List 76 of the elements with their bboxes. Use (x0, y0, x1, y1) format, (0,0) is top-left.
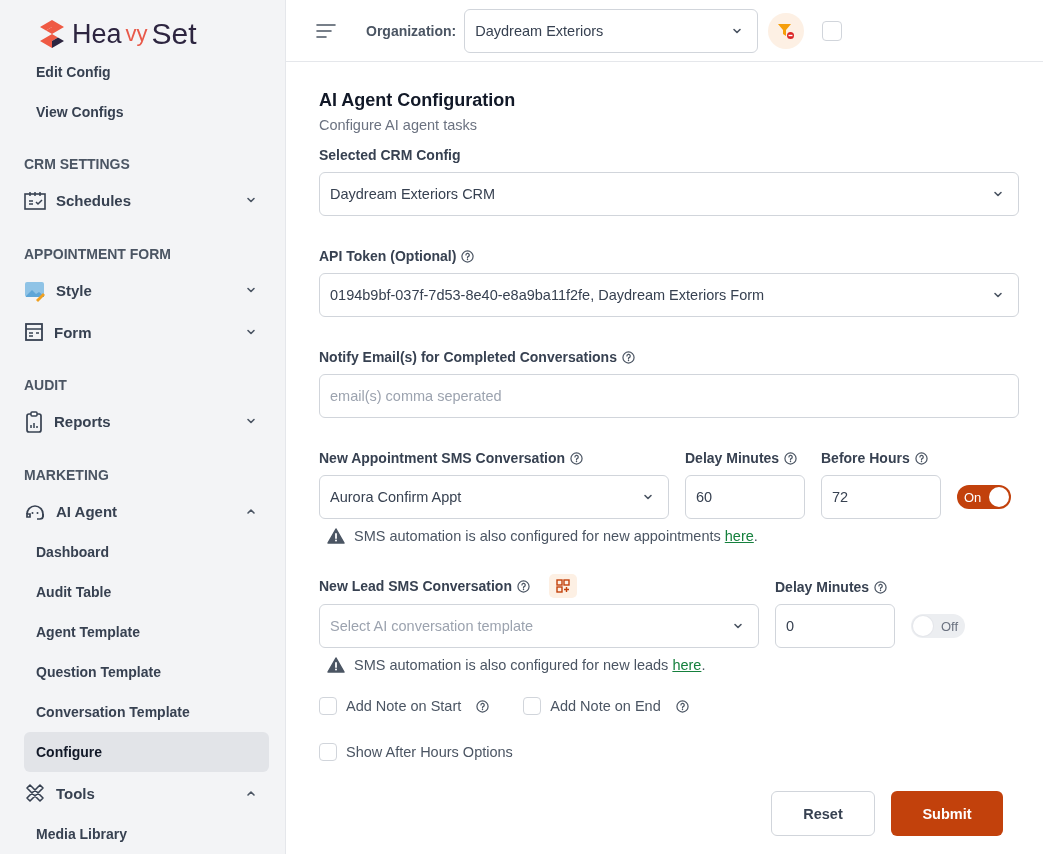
sidebar-group[interactable]: Reports (54, 413, 235, 431)
sidebar-item[interactable]: Question Template (24, 652, 269, 693)
help-icon (570, 451, 584, 465)
sidebar-group[interactable]: AI Agent (56, 503, 235, 520)
section-heading: AUDIT (24, 377, 68, 393)
sidebar-item[interactable]: View Configs (24, 92, 269, 132)
grid-plus-icon (555, 579, 570, 593)
help-icon (874, 580, 888, 594)
field-label: New Appointment SMS Conversation (319, 450, 566, 466)
filter-icon (777, 21, 796, 40)
checkbox[interactable] (822, 20, 843, 41)
reset-button[interactable]: Reset (771, 791, 875, 836)
organization-select[interactable]: Daydream Exteriors (464, 8, 759, 53)
menu-icon[interactable] (316, 22, 336, 39)
add-template-button[interactable] (548, 574, 577, 598)
sidebar-item[interactable]: Configure (24, 732, 269, 773)
api-token-select[interactable]: 0194b9bf-037f-7d53-8e40-e8a9ba11f2fe, Daydream Exteriors Form (319, 273, 1019, 317)
calendar-icon (24, 190, 46, 211)
warning-text: SMS automation is also configured for new leads here. (354, 657, 706, 673)
here-link[interactable]: here (672, 657, 702, 673)
sidebar-item[interactable]: Audit Table (24, 572, 269, 613)
help-icon (621, 350, 635, 364)
checkbox[interactable] (319, 743, 337, 761)
before-hours-input[interactable]: 72 (821, 475, 941, 519)
here-link[interactable]: here (724, 528, 754, 544)
field-label: Selected CRM Config (319, 147, 461, 163)
image-edit-icon (24, 279, 46, 302)
clipboard-icon (24, 410, 44, 433)
sidebar-group[interactable]: Style (56, 282, 235, 299)
logo-text: Hea (72, 18, 122, 50)
logo-text: Set (151, 17, 197, 51)
section-heading: APPOINTMENT FORM (24, 245, 172, 262)
organization-label: Organization: (366, 22, 457, 39)
checkbox[interactable] (319, 697, 337, 715)
page-title: AI Agent Configuration (319, 90, 517, 111)
warning-text: SMS automation is also configured for new appointments here. (354, 528, 758, 544)
field-label: New Lead SMS Conversation (319, 578, 512, 594)
field-label: Notify Email(s) for Completed Conversations (319, 349, 617, 365)
sidebar-group[interactable]: Tools (56, 784, 235, 802)
checkbox-label: Show After Hours Options (346, 744, 513, 760)
help-icon (476, 699, 490, 713)
template-select[interactable]: Aurora Confirm Appt (319, 475, 669, 519)
sidebar-item[interactable]: Conversation Template (24, 692, 269, 733)
section-heading: MARKETING (24, 466, 110, 483)
sidebar-item[interactable]: Dashboard (24, 532, 269, 573)
sidebar-item[interactable]: Agent Template (24, 612, 269, 653)
submit-button[interactable]: Submit (891, 791, 1003, 836)
crm-config-select[interactable]: Daydream Exteriors CRM (319, 172, 1019, 216)
logo-text: vy (125, 21, 148, 47)
delay-input[interactable]: 0 (775, 604, 895, 648)
help-icon (784, 451, 798, 465)
help-icon (914, 451, 928, 465)
field-label: Before Hours (821, 450, 910, 466)
clear-filter-button[interactable] (768, 12, 805, 49)
toggle-switch[interactable]: Off (911, 614, 965, 638)
sidebar-item[interactable]: Media Library (24, 814, 269, 854)
help-icon (516, 579, 530, 593)
checkbox[interactable] (523, 697, 542, 715)
checkbox-label: Add Note on End (550, 698, 661, 714)
page-subtitle: Configure AI agent tasks (319, 117, 478, 133)
help-icon (675, 699, 689, 713)
tools-icon (24, 782, 46, 805)
section-heading: CRM SETTINGS (24, 156, 131, 172)
checkbox-label: Add Note on Start (346, 698, 462, 714)
help-icon (461, 249, 475, 263)
warning-icon (327, 528, 345, 544)
sidebar-group[interactable]: Form (54, 323, 235, 341)
form-icon (24, 322, 44, 343)
sidebar-group[interactable]: Schedules (56, 192, 235, 210)
sidebar-item[interactable]: Edit Config (24, 52, 269, 92)
field-label: Delay Minutes (775, 579, 870, 595)
field-label: Delay Minutes (685, 450, 780, 466)
field-label: API Token (Optional) (319, 248, 457, 264)
delay-input[interactable]: 60 (685, 475, 805, 519)
warning-icon (327, 657, 345, 673)
toggle-switch[interactable]: On (957, 485, 1011, 509)
